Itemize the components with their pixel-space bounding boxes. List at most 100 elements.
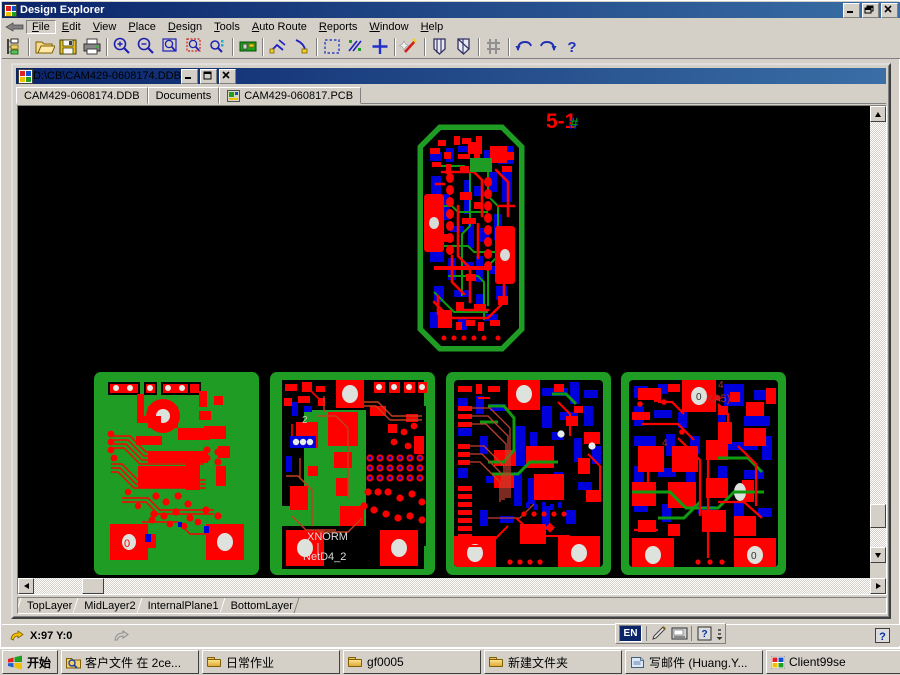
taskbar-item-1[interactable]: 日常作业	[202, 650, 340, 674]
document-titlebar[interactable]: D:\CB\CAM429-0608174.DDB	[16, 68, 886, 84]
hscroll-right-button[interactable]	[870, 578, 886, 594]
taskbar-item-0[interactable]: 客户文件 在 2ce...	[61, 650, 199, 674]
ime-keyboard-icon[interactable]	[670, 625, 689, 642]
taskbar-item-2[interactable]: gf0005	[343, 650, 481, 674]
statusbar-help-icon[interactable]: ?	[875, 628, 890, 643]
help-question-icon[interactable]: ?	[561, 36, 583, 57]
document-window: D:\CB\CAM429-0608174.DDB	[11, 63, 891, 619]
layer-tab-bottomlayer[interactable]: BottomLayer	[222, 598, 297, 613]
tab-ddb[interactable]: CAM429-0608174.DDB	[16, 87, 148, 104]
open-folder-icon[interactable]	[33, 36, 55, 57]
menu-window[interactable]: Window	[363, 20, 414, 34]
place-line-icon[interactable]	[291, 36, 313, 57]
select-area-icon[interactable]	[321, 36, 343, 57]
canvas-horizontal-scrollbar[interactable]	[18, 578, 871, 594]
document-minimize-button[interactable]	[181, 69, 198, 84]
menu-view[interactable]: View	[87, 20, 123, 34]
zoom-in-icon[interactable]	[111, 36, 133, 57]
save-icon[interactable]	[57, 36, 79, 57]
pcb-icon	[227, 90, 240, 102]
document-close-button[interactable]	[219, 69, 236, 84]
layer-tab-internalplane1[interactable]: InternalPlane1	[139, 598, 223, 613]
hscroll-track[interactable]	[34, 578, 871, 594]
statusbar: X:97 Y:0 ?	[2, 624, 900, 646]
pcb-canvas[interactable]: 5-1 # #	[18, 106, 871, 579]
statusbar-coordinates-group: X:97 Y:0	[2, 630, 72, 642]
undo-icon[interactable]	[513, 36, 535, 57]
menu-reports[interactable]: Reports	[313, 20, 364, 34]
grid-icon[interactable]	[483, 36, 505, 57]
taskbar-item-3-label: 新建文件夹	[508, 654, 568, 671]
layer-tab-midlayer2-label: MidLayer2	[84, 600, 135, 612]
start-button[interactable]: 开始	[2, 650, 58, 674]
taskbar-item-4[interactable]: 写邮件 (Huang.Y...	[625, 650, 763, 674]
board-2-net-label-1: XNORM	[307, 531, 348, 543]
app-titlebar[interactable]: Design Explorer	[2, 2, 900, 18]
app-window-buttons	[843, 3, 898, 18]
hscroll-thumb[interactable]	[82, 578, 104, 594]
folder-icon	[348, 656, 363, 668]
zoom-pan-icon[interactable]	[207, 36, 229, 57]
toolbar-separator	[104, 37, 110, 57]
app-close-button[interactable]	[881, 3, 898, 18]
taskbar-item-3[interactable]: 新建文件夹	[484, 650, 622, 674]
view-3d-icon[interactable]	[237, 36, 259, 57]
mirror-left-icon[interactable]	[429, 36, 451, 57]
app-restore-button[interactable]	[862, 3, 879, 18]
layer-tab-toplayer[interactable]: TopLayer	[18, 598, 76, 613]
hscroll-left-button[interactable]	[18, 578, 34, 594]
board-2: 2 XNORM NetD4_2	[270, 372, 435, 575]
mirror-right-icon[interactable]	[453, 36, 475, 57]
tab-documents[interactable]: Documents	[148, 87, 220, 104]
tab-pcb[interactable]: CAM429-060817.PCB	[219, 87, 361, 104]
menu-drag-handle-icon[interactable]	[4, 20, 26, 34]
vscroll-up-button[interactable]	[870, 106, 886, 122]
statusbar-coords: X:97 Y:0	[30, 630, 72, 642]
ime-help-icon[interactable]: ?	[695, 625, 714, 642]
tabs-filler	[361, 87, 886, 104]
menu-place[interactable]: Place	[122, 20, 162, 34]
ime-language-indicator[interactable]: EN	[619, 625, 642, 642]
redo-icon[interactable]	[537, 36, 559, 57]
document-title: D:\CB\CAM429-0608174.DDB	[33, 70, 181, 82]
ime-pen-icon[interactable]	[650, 625, 669, 642]
taskbar-item-5[interactable]: Client99se	[766, 650, 900, 674]
tab-pcb-label: CAM429-060817.PCB	[244, 90, 353, 102]
ime-handle-icon[interactable]	[715, 625, 724, 642]
magic-wand-icon[interactable]	[399, 36, 421, 57]
toolbar-separator	[260, 37, 266, 57]
zoom-out-icon[interactable]	[135, 36, 157, 57]
menu-edit[interactable]: Edit	[56, 20, 87, 34]
menu-auto-route[interactable]: Auto Route	[246, 20, 313, 34]
main-toolbar: ?	[2, 35, 900, 59]
crosshair-icon[interactable]	[369, 36, 391, 57]
vscroll-thumb[interactable]	[870, 504, 886, 528]
menubar: File Edit View Place Design Tools Auto R…	[2, 18, 900, 35]
svg-text:?: ?	[879, 631, 886, 643]
vscroll-track[interactable]	[870, 122, 886, 563]
place-track-icon[interactable]	[267, 36, 289, 57]
print-icon[interactable]	[81, 36, 103, 57]
layer-tab-internalplane1-label: InternalPlane1	[148, 600, 219, 612]
windows-flag-icon	[7, 655, 23, 670]
menu-file[interactable]: File	[26, 20, 56, 34]
pcb-drawing: 5-1 # #	[18, 106, 871, 579]
document-maximize-button[interactable]	[200, 69, 217, 84]
vscroll-down-button[interactable]	[870, 547, 886, 563]
toolbar-separator	[506, 37, 512, 57]
app-minimize-button[interactable]	[843, 3, 860, 18]
design-explorer-icon	[771, 656, 785, 669]
document-manager-icon[interactable]	[3, 36, 25, 57]
folder-icon	[207, 656, 222, 668]
menu-help[interactable]: Help	[415, 20, 450, 34]
zoom-area-icon[interactable]	[159, 36, 181, 57]
ime-toolbar[interactable]: EN ?	[615, 623, 726, 644]
tab-documents-label: Documents	[156, 90, 212, 102]
menu-design[interactable]: Design	[162, 20, 208, 34]
canvas-vertical-scrollbar[interactable]	[870, 106, 886, 579]
move-selection-icon[interactable]	[345, 36, 367, 57]
zoom-selection-icon[interactable]	[183, 36, 205, 57]
layer-tab-midlayer2[interactable]: MidLayer2	[75, 598, 139, 613]
menu-tools[interactable]: Tools	[208, 20, 246, 34]
svg-text:2: 2	[302, 415, 308, 426]
